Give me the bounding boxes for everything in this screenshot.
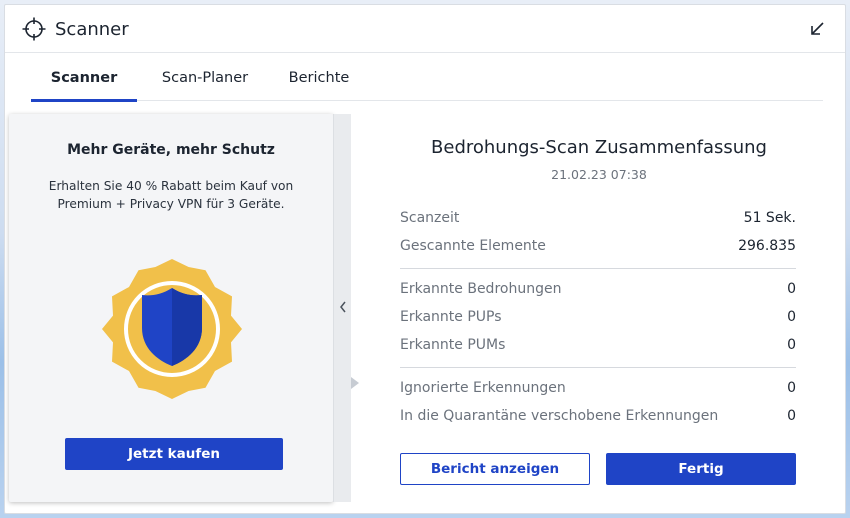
tab-bar: Scanner Scan-Planer Berichte — [31, 53, 823, 102]
arrow-down-left-icon[interactable] — [809, 21, 825, 37]
row-label: Ignorierte Erkennungen — [400, 380, 566, 396]
row-value: 0 — [787, 380, 796, 396]
row-scan-time: Scanzeit 51 Sek. — [400, 210, 796, 230]
tab-scanner[interactable]: Scanner — [31, 53, 137, 102]
shield-badge-icon — [102, 259, 242, 399]
row-value: 0 — [787, 281, 796, 297]
promo-panel: Mehr Geräte, mehr Schutz Erhalten Sie 40… — [9, 114, 333, 502]
caret-right-icon — [351, 377, 359, 389]
summary-title: Bedrohungs-Scan Zusammenfassung — [431, 137, 767, 158]
row-label: In die Quarantäne verschobene Erkennunge… — [400, 408, 719, 424]
buy-now-button[interactable]: Jetzt kaufen — [65, 438, 283, 470]
promo-collapse-handle[interactable] — [333, 114, 351, 502]
promo-description-line2: Premium + Privacy VPN für 3 Geräte. — [57, 197, 285, 211]
chevron-left-icon[interactable] — [338, 300, 348, 314]
title-bar: Scanner — [5, 5, 845, 53]
row-value: 51 Sek. — [743, 210, 796, 226]
promo-description: Erhalten Sie 40 % Rabatt beim Kauf von P… — [29, 177, 313, 213]
tab-berichte[interactable]: Berichte — [283, 53, 355, 101]
done-button[interactable]: Fertig — [606, 453, 796, 485]
scanner-window: Scanner Scanner Scan-Planer Berichte Meh… — [4, 4, 846, 514]
row-value: 296.835 — [738, 238, 796, 254]
row-ignored: Ignorierte Erkennungen 0 — [400, 380, 796, 400]
row-quarantined: In die Quarantäne verschobene Erkennunge… — [400, 408, 796, 428]
divider — [400, 268, 796, 269]
tab-scan-planer[interactable]: Scan-Planer — [155, 53, 255, 101]
row-label: Erkannte PUPs — [400, 309, 502, 325]
row-pups: Erkannte PUPs 0 — [400, 309, 796, 329]
row-value: 0 — [787, 337, 796, 353]
row-label: Erkannte Bedrohungen — [400, 281, 562, 297]
window-title: Scanner — [55, 19, 129, 40]
row-value: 0 — [787, 309, 796, 325]
row-threats: Erkannte Bedrohungen 0 — [400, 281, 796, 301]
view-report-button[interactable]: Bericht anzeigen — [400, 453, 590, 485]
divider — [400, 367, 796, 368]
row-value: 0 — [787, 408, 796, 424]
row-label: Scanzeit — [400, 210, 460, 226]
crosshair-icon — [22, 17, 46, 41]
row-scanned-items: Gescannte Elemente 296.835 — [400, 238, 796, 258]
row-pums: Erkannte PUMs 0 — [400, 337, 796, 357]
row-label: Erkannte PUMs — [400, 337, 506, 353]
summary-date: 21.02.23 07:38 — [551, 167, 647, 182]
row-label: Gescannte Elemente — [400, 238, 546, 254]
promo-description-line1: Erhalten Sie 40 % Rabatt beim Kauf von — [48, 179, 294, 193]
promo-title: Mehr Geräte, mehr Schutz — [67, 142, 275, 158]
